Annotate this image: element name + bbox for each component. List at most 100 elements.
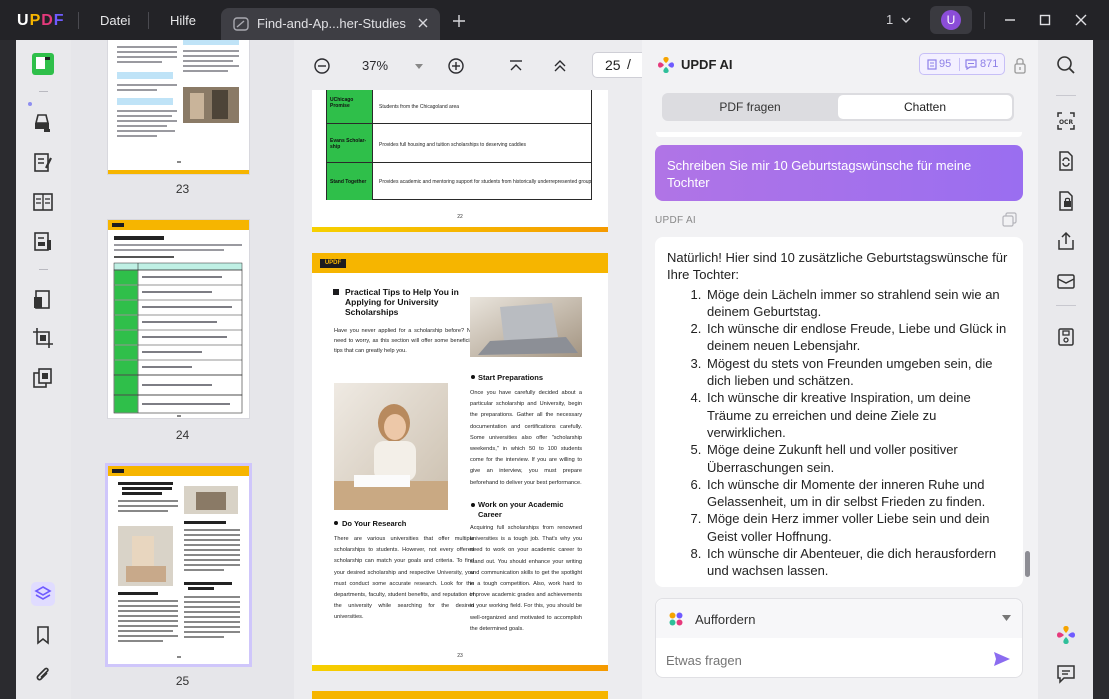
reader-icon bbox=[32, 53, 54, 75]
rail-divider bbox=[1056, 95, 1076, 96]
page-footer-number: 22 bbox=[457, 214, 463, 220]
bullet-dot bbox=[471, 375, 475, 379]
attachment-button[interactable] bbox=[30, 662, 56, 688]
layers-button[interactable] bbox=[30, 581, 56, 607]
edit-tool-button[interactable] bbox=[30, 150, 56, 176]
previous-page-icon[interactable] bbox=[551, 57, 569, 75]
right-tool-rail: OCR bbox=[1038, 40, 1093, 699]
pdf-page-24 bbox=[312, 691, 608, 699]
left-tool-rail bbox=[16, 40, 71, 699]
form-tool-button[interactable] bbox=[30, 229, 56, 255]
rail-divider bbox=[39, 91, 48, 92]
paperclip-icon bbox=[36, 667, 49, 681]
highlighter-icon bbox=[34, 114, 50, 132]
article-title: Practical Tips to Help You in Applying f… bbox=[345, 287, 459, 317]
thumbnail-page-25[interactable] bbox=[108, 466, 249, 664]
table-cell-name: Stand Together bbox=[330, 179, 367, 185]
zoom-in-icon[interactable] bbox=[447, 57, 465, 75]
pages-tool-button[interactable] bbox=[30, 287, 56, 313]
thumbnail-panel: 23 24 25 bbox=[71, 40, 294, 699]
convert-pdf-icon[interactable] bbox=[1056, 151, 1076, 171]
assistant-message: Natürlich! Hier sind 10 zusätzliche Gebu… bbox=[655, 237, 1023, 587]
list-item: Ich wünsche dir kreative Inspiration, um… bbox=[705, 389, 1011, 441]
maximize-icon[interactable] bbox=[1037, 12, 1053, 28]
lock-icon[interactable] bbox=[1013, 56, 1027, 74]
crop-tool-button[interactable] bbox=[30, 325, 56, 351]
page-number-input[interactable]: 25 bbox=[592, 52, 642, 78]
chat-credit-icon bbox=[965, 59, 977, 70]
organize-tool-button[interactable] bbox=[30, 189, 56, 215]
tab-pdf-fragen[interactable]: PDF fragen bbox=[662, 93, 838, 121]
edit-pdf-icon bbox=[34, 153, 52, 172]
thumbnail-page-24-preview bbox=[108, 220, 249, 417]
form-icon bbox=[34, 232, 51, 251]
assistant-name-label: UPDF AI bbox=[655, 215, 696, 226]
share-icon[interactable] bbox=[1056, 231, 1076, 251]
table-row-divider bbox=[327, 162, 591, 163]
title-separator bbox=[78, 12, 79, 29]
page-layout-icon bbox=[33, 193, 53, 211]
list-item: Ich wünsche dir Abenteuer, die dich hera… bbox=[705, 545, 1011, 580]
rail-divider bbox=[1056, 305, 1076, 306]
window-count[interactable]: 1 bbox=[886, 12, 893, 27]
ai-credits-badge[interactable]: 95 871 bbox=[919, 53, 1005, 75]
chevron-down-icon bbox=[1002, 615, 1011, 621]
credit-count-pdf: 95 bbox=[939, 58, 952, 70]
bullet-dot bbox=[471, 503, 475, 507]
prompt-label: Auffordern bbox=[695, 612, 756, 627]
ocr-icon[interactable]: OCR bbox=[1056, 111, 1076, 131]
list-item: Möge dein Herz immer voller Liebe sein u… bbox=[705, 510, 1011, 545]
chat-scrollbar[interactable] bbox=[1025, 551, 1030, 577]
updf-logo[interactable]: UPDF bbox=[17, 12, 65, 30]
layers-icon bbox=[31, 582, 55, 606]
chevron-down-icon[interactable] bbox=[900, 14, 912, 26]
ai-panel-title: UPDF AI bbox=[681, 57, 733, 72]
document-tab[interactable]: Find-and-Ap...her-Studies bbox=[221, 8, 440, 40]
ask-input[interactable] bbox=[666, 653, 986, 668]
menu-datei[interactable]: Datei bbox=[100, 13, 130, 28]
ai-assistant-panel: UPDF AI 95 871 PDF fragen Chatten Schrei… bbox=[642, 40, 1038, 699]
copy-icon[interactable] bbox=[1002, 212, 1017, 227]
updf-ai-button-icon[interactable] bbox=[1056, 625, 1076, 645]
search-icon[interactable] bbox=[1056, 55, 1076, 75]
thumbnail-page-24[interactable] bbox=[108, 220, 249, 418]
thumbnail-page-23[interactable] bbox=[108, 40, 249, 174]
user-message-bubble: Schreiben Sie mir 10 Geburtstagswünsche … bbox=[655, 145, 1023, 201]
close-window-icon[interactable] bbox=[1073, 12, 1089, 28]
thumbnail-page-23-preview bbox=[108, 40, 249, 174]
zoom-out-icon[interactable] bbox=[313, 57, 331, 75]
thumbnail-number: 23 bbox=[175, 182, 190, 196]
new-tab-icon[interactable] bbox=[452, 14, 466, 28]
list-item: Ich wünsche dir endlose Freude, Liebe un… bbox=[705, 320, 1011, 355]
reader-mode-button[interactable] bbox=[30, 51, 56, 77]
comment-tool-button[interactable] bbox=[30, 110, 56, 136]
bookmark-button[interactable] bbox=[30, 622, 56, 648]
organize-pages-icon bbox=[34, 290, 50, 309]
table-cell-desc: Students from the Chicagoland area bbox=[379, 104, 460, 110]
first-page-icon[interactable] bbox=[507, 57, 525, 75]
credit-count-chat: 871 bbox=[980, 58, 999, 70]
user-avatar-button[interactable]: U bbox=[930, 6, 972, 34]
pdf-page-23: UPDF Practical Tips to Help You in Apply… bbox=[312, 253, 608, 671]
minimize-icon[interactable] bbox=[1002, 12, 1018, 28]
prompt-selector[interactable]: Auffordern bbox=[656, 599, 1022, 638]
convert-tool-button[interactable] bbox=[30, 365, 56, 391]
comment-list-icon[interactable] bbox=[1056, 664, 1076, 684]
svg-text:OCR: OCR bbox=[1059, 119, 1074, 126]
assistant-reply-intro: Natürlich! Hier sind 10 zusätzliche Gebu… bbox=[667, 250, 1008, 283]
bullet-square bbox=[333, 289, 339, 295]
page-footer-bar bbox=[312, 227, 608, 232]
tab-chatten[interactable]: Chatten bbox=[838, 95, 1012, 119]
list-item: Möge deine Zukunft hell und voller posit… bbox=[705, 441, 1011, 476]
section-text-research: There are various universities that offe… bbox=[334, 536, 474, 621]
protect-pdf-icon[interactable] bbox=[1056, 191, 1076, 211]
send-icon[interactable] bbox=[993, 651, 1011, 667]
zoom-select[interactable]: 37% bbox=[346, 53, 434, 79]
menu-hilfe[interactable]: Hilfe bbox=[170, 13, 196, 28]
email-icon[interactable] bbox=[1056, 271, 1076, 291]
thumbnail-page-25-preview bbox=[108, 466, 249, 658]
title-separator bbox=[984, 12, 985, 29]
save-icon[interactable] bbox=[1056, 327, 1076, 347]
document-tab-icon bbox=[233, 17, 249, 31]
close-tab-icon[interactable] bbox=[415, 15, 431, 31]
